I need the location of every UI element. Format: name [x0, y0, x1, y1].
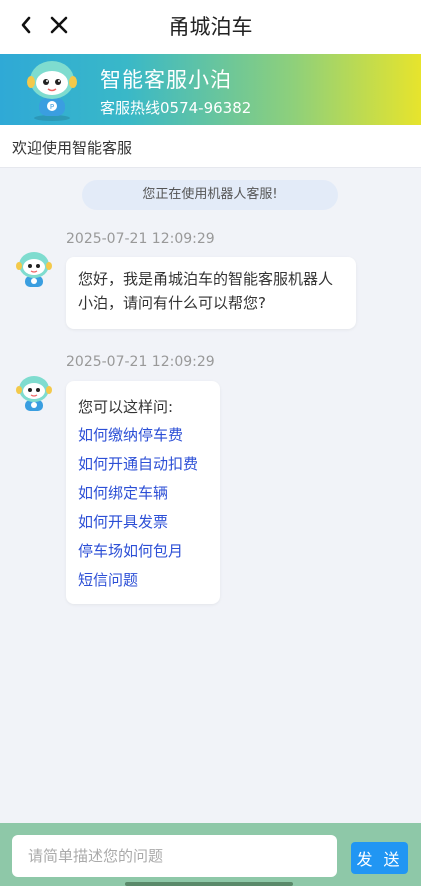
message-text: 您好，我是甬城泊车的智能客服机器人小泊，请问有什么可以帮您?: [78, 270, 334, 312]
send-button[interactable]: 发 送: [351, 842, 408, 874]
service-hotline[interactable]: 客服热线0574-96382: [100, 97, 251, 118]
page-title: 甬城泊车: [168, 15, 253, 39]
chat-bubble: 您好，我是甬城泊车的智能客服机器人小泊，请问有什么可以帮您?: [66, 257, 356, 329]
suggestion-link-pay-fee[interactable]: 如何缴纳停车费: [78, 421, 208, 450]
message-timestamp: 2025-07-21 12:09:29: [66, 231, 215, 247]
welcome-bar: 欢迎使用智能客服: [0, 125, 421, 168]
top-nav-bar: 甬城泊车: [0, 0, 421, 54]
svg-text:P: P: [50, 103, 54, 111]
suggestion-link-monthly-pass[interactable]: 停车场如何包月: [78, 537, 208, 566]
home-indicator: [125, 882, 293, 886]
suggestion-link-sms[interactable]: 短信问题: [78, 566, 208, 595]
robot-service-notice: 您正在使用机器人客服!: [82, 180, 338, 210]
robot-mascot-icon: P: [27, 61, 77, 121]
robot-avatar-icon: [16, 252, 52, 287]
suggestions-intro: 您可以这样问:: [78, 398, 174, 416]
suggestion-link-invoice[interactable]: 如何开具发票: [78, 508, 208, 537]
question-input[interactable]: [12, 835, 337, 877]
message-timestamp: 2025-07-21 12:09:29: [66, 354, 215, 370]
input-bar: 发 送: [0, 823, 421, 886]
chat-bubble-suggestions: 您可以这样问: 如何缴纳停车费 如何开通自动扣费 如何绑定车辆 如何开具发票 停…: [66, 381, 220, 604]
service-name: 智能客服小泊: [100, 68, 232, 92]
suggestion-link-bind-vehicle[interactable]: 如何绑定车辆: [78, 479, 208, 508]
welcome-text: 欢迎使用智能客服: [12, 139, 133, 157]
service-banner: P 智能客服小泊 客服热线0574-96382: [0, 54, 421, 125]
suggestion-link-auto-deduct[interactable]: 如何开通自动扣费: [78, 450, 208, 479]
robot-avatar-icon: [16, 376, 52, 411]
